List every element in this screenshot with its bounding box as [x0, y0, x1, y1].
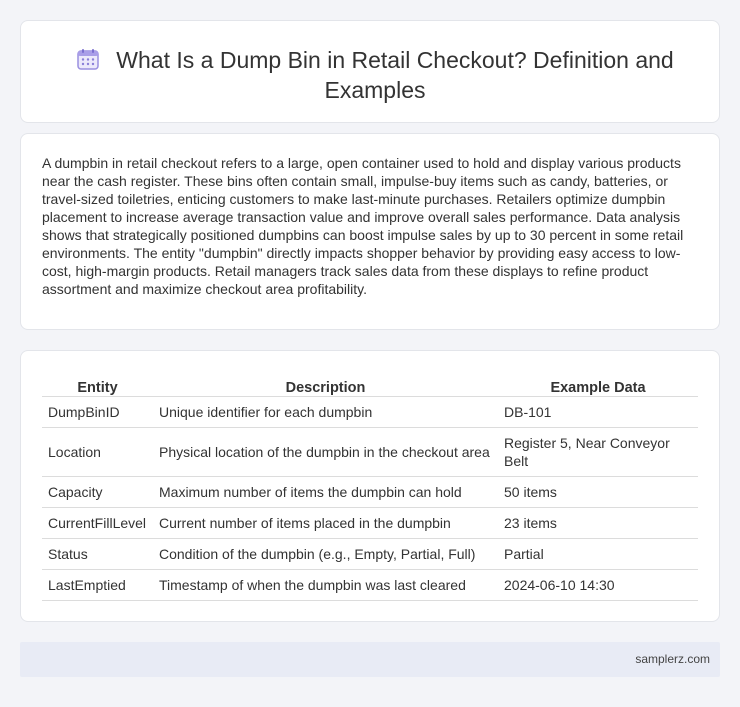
cell-example: 23 items: [498, 507, 698, 539]
cell-description: Current number of items placed in the du…: [153, 507, 498, 539]
footer: samplerz.com: [20, 642, 720, 677]
cell-example: DB-101: [498, 396, 698, 428]
header-card: What Is a Dump Bin in Retail Checkout? D…: [20, 20, 720, 123]
cell-example: 2024-06-10 14:30: [498, 569, 698, 601]
cell-description: Condition of the dumpbin (e.g., Empty, P…: [153, 538, 498, 570]
table-header-row: Entity Description Example Data: [42, 371, 698, 397]
cell-example: Register 5, Near Conveyor Belt: [498, 427, 698, 477]
header-description: Description: [153, 371, 498, 397]
cell-entity: DumpBinID: [42, 396, 153, 428]
footer-site-link[interactable]: samplerz.com: [635, 652, 710, 666]
page-title: What Is a Dump Bin in Retail Checkout? D…: [116, 47, 674, 103]
cell-entity: CurrentFillLevel: [42, 507, 153, 539]
page-title-container: What Is a Dump Bin in Retail Checkout? D…: [61, 45, 689, 105]
cell-entity: LastEmptied: [42, 569, 153, 601]
table-row: Capacity Maximum number of items the dum…: [42, 476, 698, 508]
cell-description: Unique identifier for each dumpbin: [153, 396, 498, 428]
table-row: CurrentFillLevel Current number of items…: [42, 507, 698, 539]
intro-card: A dumpbin in retail checkout refers to a…: [20, 133, 720, 330]
cell-description: Maximum number of items the dumpbin can …: [153, 476, 498, 508]
calendar-icon: [77, 49, 100, 70]
intro-paragraph: A dumpbin in retail checkout refers to a…: [42, 155, 684, 297]
entity-table: Entity Description Example Data DumpBinI…: [42, 371, 698, 601]
header-entity: Entity: [42, 371, 153, 397]
cell-entity: Status: [42, 538, 153, 570]
cell-description: Timestamp of when the dumpbin was last c…: [153, 569, 498, 601]
header-example-data: Example Data: [498, 371, 698, 397]
cell-example: Partial: [498, 538, 698, 570]
cell-example: 50 items: [498, 476, 698, 508]
table-row: LastEmptied Timestamp of when the dumpbi…: [42, 569, 698, 601]
cell-description: Physical location of the dumpbin in the …: [153, 427, 498, 477]
cell-entity: Location: [42, 427, 153, 477]
table-row: DumpBinID Unique identifier for each dum…: [42, 396, 698, 428]
table-card: Entity Description Example Data DumpBinI…: [20, 350, 720, 622]
table-row: Status Condition of the dumpbin (e.g., E…: [42, 538, 698, 570]
cell-entity: Capacity: [42, 476, 153, 508]
table-row: Location Physical location of the dumpbi…: [42, 427, 698, 477]
